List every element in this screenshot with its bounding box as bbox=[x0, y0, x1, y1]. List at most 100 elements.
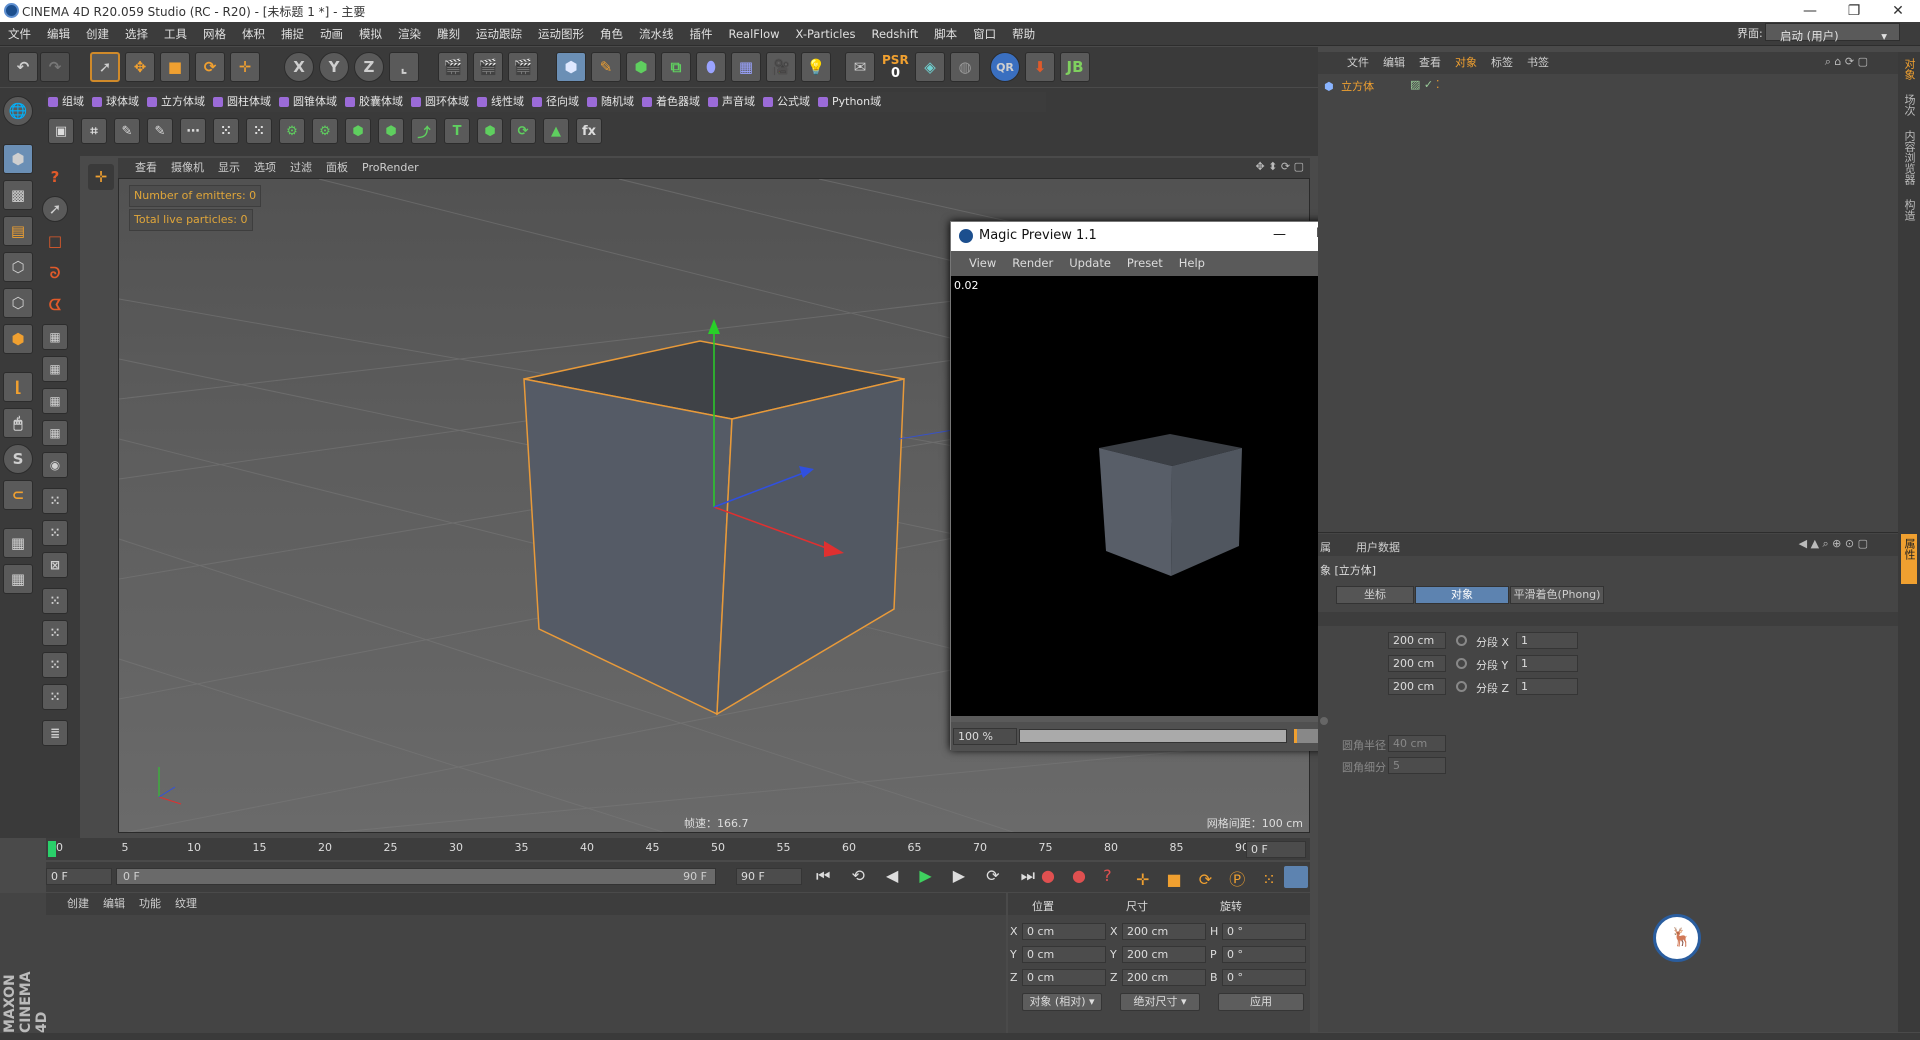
download-plugin-icon[interactable]: ⬇ bbox=[1025, 52, 1055, 82]
viewport-menu-item[interactable]: ProRender bbox=[355, 159, 426, 177]
mesh-tool-icon[interactable]: ⚙ bbox=[279, 118, 305, 144]
object-row-cube[interactable]: ⬢ 立方体 bbox=[1324, 78, 1410, 94]
domain-item[interactable]: 立方体域 bbox=[145, 92, 211, 112]
size-value-field[interactable]: 200 cm bbox=[1122, 923, 1206, 940]
globe-icon[interactable]: 🌐 bbox=[3, 96, 33, 126]
size-mode-select[interactable]: 绝对尺寸 ▾ bbox=[1120, 993, 1200, 1011]
side-tab[interactable]: 对象 bbox=[1901, 58, 1917, 80]
om-menu-item[interactable]: 书签 bbox=[1520, 52, 1556, 74]
close-icon[interactable]: ✕ bbox=[1876, 0, 1920, 22]
magic-menu-item[interactable]: View bbox=[961, 253, 1004, 273]
fillet-subdiv-field[interactable]: 5 bbox=[1388, 757, 1446, 774]
help-icon[interactable]: ? bbox=[42, 164, 68, 190]
size-field[interactable]: 200 cm bbox=[1388, 678, 1446, 695]
edit-render-settings-icon[interactable]: ✉ bbox=[845, 52, 875, 82]
minimize-icon[interactable]: — bbox=[1788, 0, 1832, 22]
lock-workplane-icon[interactable]: ▦ bbox=[3, 528, 33, 558]
psr-button[interactable]: PSR 0 bbox=[880, 52, 910, 82]
mesh-tool-icon[interactable]: ⬢ bbox=[378, 118, 404, 144]
minimize-icon[interactable]: — bbox=[1273, 227, 1286, 242]
magnet-icon[interactable]: ⊂ bbox=[3, 480, 33, 510]
menu-item[interactable]: 流水线 bbox=[631, 22, 682, 46]
y-axis-icon[interactable]: Y bbox=[319, 52, 349, 82]
grid-tool-icon-3[interactable]: ▦ bbox=[42, 388, 68, 414]
domain-item[interactable]: 圆环体域 bbox=[409, 92, 475, 112]
texture-mode-icon[interactable]: ▩ bbox=[3, 180, 33, 210]
domain-item[interactable]: 圆锥体域 bbox=[277, 92, 343, 112]
viewport-menu-item[interactable]: 摄像机 bbox=[164, 159, 211, 177]
floor-icon[interactable]: ▦ bbox=[731, 52, 761, 82]
apply-button[interactable]: 应用 bbox=[1218, 993, 1304, 1011]
play-icon[interactable]: ▶ bbox=[919, 866, 939, 885]
menu-item[interactable]: RealFlow bbox=[721, 22, 788, 46]
menu-item[interactable]: 创建 bbox=[78, 22, 117, 46]
mesh-tool-icon[interactable]: ✎ bbox=[114, 118, 140, 144]
viewport-nav-icons[interactable]: ✥ ⬍ ⟳ ▢ bbox=[1255, 160, 1304, 173]
coordinate-system-icon[interactable]: ⌞ bbox=[389, 52, 419, 82]
range-slider[interactable]: 0 F 90 F bbox=[116, 868, 716, 885]
attributes-side-tab[interactable]: 属性 bbox=[1901, 534, 1917, 584]
om-menu-item[interactable]: 查看 bbox=[1412, 52, 1448, 74]
mesh-tool-icon[interactable]: fx bbox=[576, 118, 602, 144]
domain-item[interactable]: 线性域 bbox=[475, 92, 530, 112]
zoom-field[interactable]: 100 % bbox=[953, 728, 1017, 745]
segment-radio[interactable] bbox=[1456, 658, 1467, 669]
subdivision-surface-icon[interactable]: ⬢ bbox=[626, 52, 656, 82]
tab-object[interactable]: 对象 bbox=[1415, 586, 1509, 604]
restore-icon[interactable]: ❐ bbox=[1832, 0, 1876, 22]
size-field[interactable]: 200 cm bbox=[1388, 632, 1446, 649]
domain-item[interactable]: 径向域 bbox=[530, 92, 585, 112]
array-icon[interactable]: ⧉ bbox=[661, 52, 691, 82]
material-menu-item[interactable]: 创建 bbox=[60, 893, 96, 915]
fillet-radio[interactable] bbox=[1320, 717, 1328, 725]
fillet-radius-field[interactable]: 40 cm bbox=[1388, 735, 1446, 752]
domain-item[interactable]: 着色器域 bbox=[640, 92, 706, 112]
polygon-select-icon[interactable]: ᗧ bbox=[42, 292, 68, 318]
dots-tool-icon-4[interactable]: ⁙ bbox=[42, 588, 68, 614]
rotation-field[interactable]: 0 ° bbox=[1222, 923, 1306, 940]
timeline-toggle-icon[interactable] bbox=[1284, 866, 1308, 888]
polygons-mode-icon[interactable]: ⬢ bbox=[3, 324, 33, 354]
axis-mode-icon[interactable]: ⌊ bbox=[3, 372, 33, 402]
qr-plugin-icon[interactable]: QR bbox=[990, 52, 1020, 82]
menu-item[interactable]: 脚本 bbox=[926, 22, 965, 46]
material-menu-item[interactable]: 编辑 bbox=[96, 893, 132, 915]
menu-item[interactable]: 捕捉 bbox=[273, 22, 312, 46]
live-selection-icon[interactable]: ➚ bbox=[90, 52, 120, 82]
menu-item[interactable]: 动画 bbox=[312, 22, 351, 46]
material-menu-item[interactable]: 纹理 bbox=[168, 893, 204, 915]
om-menu-item[interactable]: 文件 bbox=[1340, 52, 1376, 74]
transport-controls[interactable]: ⏮ ⟲ ◀ ▶ ▶ ⟳ ⏭ bbox=[816, 866, 1043, 886]
om-menu-item[interactable]: 标签 bbox=[1484, 52, 1520, 74]
undo-icon[interactable]: ↶ bbox=[8, 52, 38, 82]
mesh-tool-icon[interactable]: ▣ bbox=[48, 118, 74, 144]
object-visibility-icons[interactable]: ▨ ✓ bbox=[1410, 78, 1433, 91]
mesh-tool-icon[interactable]: ▲ bbox=[543, 118, 569, 144]
rotation-field[interactable]: 0 ° bbox=[1222, 969, 1306, 986]
menu-item[interactable]: 角色 bbox=[592, 22, 631, 46]
mesh-tool-icon[interactable]: ⚙ bbox=[312, 118, 338, 144]
mesh-tool-icon[interactable]: ⬢ bbox=[477, 118, 503, 144]
move-cross-icon[interactable]: ✛ bbox=[88, 164, 114, 190]
position-field[interactable]: 0 cm bbox=[1022, 969, 1106, 986]
magic-menu-item[interactable]: Help bbox=[1171, 253, 1213, 273]
pen-spline-icon[interactable]: ✎ bbox=[591, 52, 621, 82]
magic-menu-item[interactable]: Render bbox=[1004, 253, 1061, 273]
om-menu-item[interactable]: 对象 bbox=[1448, 52, 1484, 74]
mesh-tool-icon[interactable]: ⌗ bbox=[81, 118, 107, 144]
mesh-tool-icon[interactable]: ⁙ bbox=[246, 118, 272, 144]
grid-tool-icon-4[interactable]: ▦ bbox=[42, 420, 68, 446]
planar-workplane-icon[interactable]: ▦ bbox=[3, 564, 33, 594]
position-field[interactable]: 0 cm bbox=[1022, 946, 1106, 963]
menu-item[interactable]: 网格 bbox=[195, 22, 234, 46]
domain-item[interactable]: 圆柱体域 bbox=[211, 92, 277, 112]
viewport-menu-item[interactable]: 显示 bbox=[211, 159, 247, 177]
dots-tool-icon-5[interactable]: ⁙ bbox=[42, 620, 68, 646]
tab-phong[interactable]: 平滑着色(Phong) bbox=[1510, 586, 1604, 604]
points-mode-icon[interactable]: ⬡ bbox=[3, 252, 33, 282]
mesh-tool-icon[interactable]: T bbox=[444, 118, 470, 144]
domain-item[interactable]: 随机域 bbox=[585, 92, 640, 112]
dots-tool-icon-2[interactable]: ⁙ bbox=[42, 520, 68, 546]
menu-item[interactable]: 运动跟踪 bbox=[468, 22, 530, 46]
playhead[interactable] bbox=[48, 841, 56, 857]
